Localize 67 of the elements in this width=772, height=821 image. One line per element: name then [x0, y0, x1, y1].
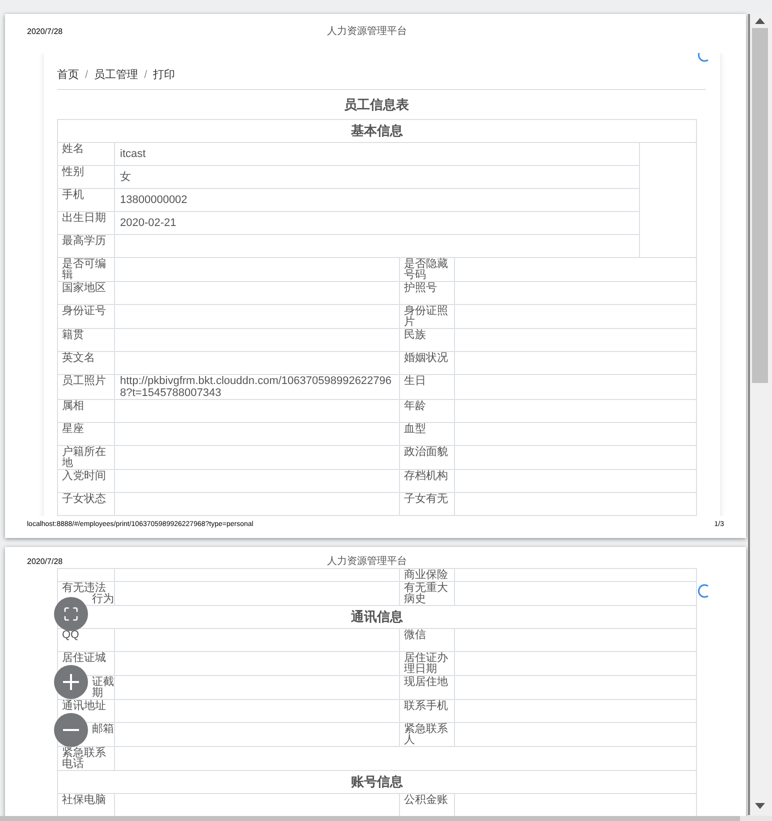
field-label: 行为 [92, 593, 114, 605]
form-heading: 员工信息表 [344, 96, 409, 114]
field-label: 子女有无 [404, 493, 448, 505]
field-label: 籍贯 [62, 329, 84, 341]
field-label: 存档机构 [404, 470, 448, 482]
field-label: 微信 [404, 629, 426, 641]
breadcrumb-separator: / [144, 68, 148, 83]
field-label: 商业保险 [404, 569, 448, 581]
scroll-down-icon[interactable] [755, 803, 765, 809]
section-title: 基本信息 [58, 120, 697, 142]
field-value: http://pkbivgfrm.bkt.clouddn.com/1063705989926227968?t=1545788007343 [114, 374, 400, 400]
breadcrumb-separator: / [85, 68, 88, 83]
field-label: 护照号 [404, 282, 437, 294]
field-label: 英文名 [62, 352, 95, 364]
breadcrumb-link[interactable]: 打印 [153, 67, 176, 84]
field-label: 入党时间 [62, 470, 106, 482]
field-label: 血型 [404, 423, 426, 435]
field-label: 星座 [62, 423, 84, 435]
field-label: 证截 [92, 676, 114, 688]
field-label: 居住证办理日期 [404, 652, 448, 675]
field-label: 紧急联系电话 [62, 747, 106, 770]
field-label: 联系手机 [404, 700, 448, 712]
scroll-up-icon[interactable] [755, 18, 765, 24]
horizontal-scrollbar[interactable] [0, 816, 772, 821]
field-label: 子女状态 [62, 493, 106, 505]
breadcrumb-link[interactable]: 首页 [57, 67, 79, 84]
field-label: 紧急联系人 [404, 723, 448, 746]
field-label: 是否隐藏号码 [404, 258, 448, 281]
field-label: 公积金账 [404, 794, 448, 806]
breadcrumb-link[interactable]: 员工管理 [94, 67, 138, 84]
field-label: 姓名 [62, 143, 84, 155]
scrollbar-thumb[interactable] [752, 28, 768, 383]
field-label: 政治面貌 [404, 446, 448, 458]
field-label: 属相 [62, 400, 84, 412]
field-value: itcast [114, 142, 640, 166]
field-label: 是否可编辑 [62, 258, 106, 281]
field-label: 身份证照片 [404, 305, 448, 328]
print-date: 2020/7/28 [27, 556, 64, 568]
field-label: 期 [92, 687, 103, 699]
minus-icon [63, 729, 79, 731]
field-label: 最高学历 [62, 235, 106, 247]
fullscreen-icon [63, 606, 79, 622]
field-label: 年龄 [404, 400, 426, 412]
field-label: 员工照片 [62, 375, 106, 387]
field-label: 国家地区 [62, 282, 106, 294]
field-label: 婚姻状况 [404, 352, 448, 364]
field-label: 邮箱 [92, 723, 114, 735]
field-label: 出生日期 [62, 212, 106, 224]
print-date: 2020/7/28 [27, 26, 64, 38]
spinner-icon [698, 584, 710, 598]
field-label: 有无违法 [62, 582, 106, 594]
field-label: 身份证号 [62, 305, 106, 317]
print-title: 人力资源管理平台 [327, 554, 407, 568]
field-label: 社保电脑 [62, 794, 106, 806]
print-title: 人力资源管理平台 [327, 24, 407, 39]
field-label: 有无重大病史 [404, 582, 448, 605]
section-title: 账号信息 [58, 770, 696, 794]
field-label: 性别 [62, 166, 84, 178]
field-label: 手机 [62, 189, 84, 201]
field-label: QQ [62, 629, 80, 641]
field-label: 民族 [404, 329, 426, 341]
field-label: 现居住地 [404, 676, 448, 688]
field-label: 生日 [404, 375, 426, 387]
plus-icon [63, 674, 79, 690]
field-label: 户籍所在地 [62, 446, 106, 469]
field-label: 居住证城 [62, 652, 106, 664]
field-label: 通讯地址 [62, 700, 106, 712]
